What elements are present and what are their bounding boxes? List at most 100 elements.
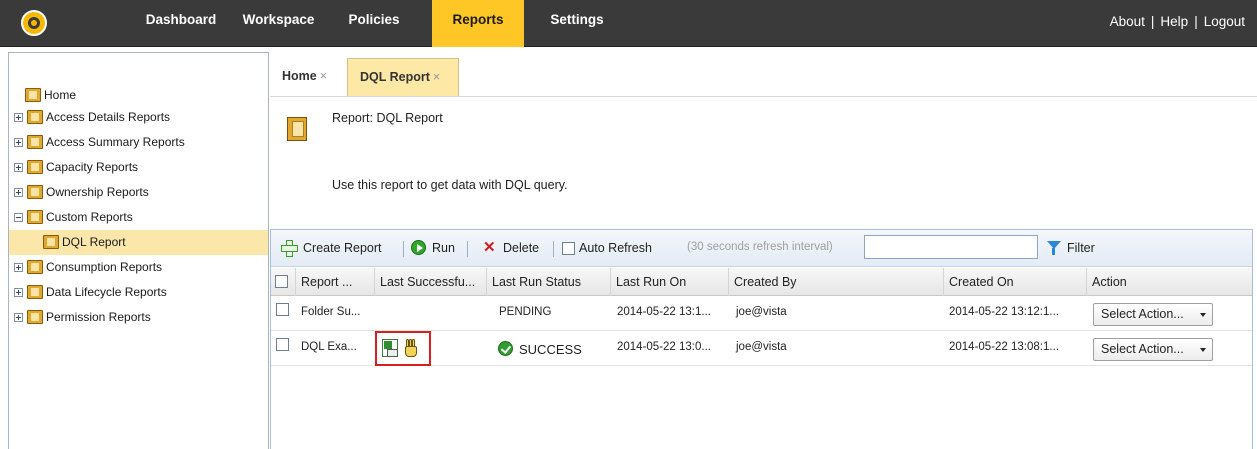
run-icon — [411, 240, 426, 255]
created-on-cell: 2014-05-22 13:08:1... — [949, 341, 1059, 353]
report-title: Report: DQL Report — [332, 111, 443, 125]
column-header-last-run-on[interactable]: Last Run On — [611, 268, 729, 296]
toolbar-divider — [553, 241, 554, 257]
last-run-on-cell: 2014-05-22 13:0... — [617, 341, 711, 353]
nav-workspace[interactable]: Workspace — [231, 0, 326, 47]
add-icon — [281, 240, 298, 257]
grid-toolbar: Create Report Run ✕ Delete Auto Refresh … — [271, 230, 1252, 267]
select-action-dropdown[interactable]: Select Action... — [1093, 303, 1213, 326]
run-button[interactable]: Run — [432, 241, 455, 255]
hand-pointer-icon[interactable] — [403, 339, 419, 358]
report-book-icon — [25, 88, 41, 102]
report-name-cell: DQL Exa... — [301, 341, 357, 353]
nav-policies[interactable]: Policies — [339, 0, 409, 47]
table-header: Report ... Last Successfu... Last Run St… — [271, 268, 1252, 296]
nav-dashboard[interactable]: Dashboard — [131, 0, 231, 47]
collapse-icon[interactable] — [14, 213, 23, 222]
filter-input[interactable] — [864, 235, 1038, 259]
delete-button[interactable]: Delete — [503, 241, 539, 255]
column-header-report[interactable]: Report ... — [296, 268, 375, 296]
select-action-label: Select Action... — [1101, 342, 1184, 356]
column-header-last-run-status[interactable]: Last Run Status — [487, 268, 611, 296]
excel-export-icon[interactable] — [382, 339, 398, 357]
help-link[interactable]: Help — [1160, 14, 1188, 29]
report-book-icon — [27, 160, 43, 174]
report-book-icon — [27, 210, 43, 224]
filter-button[interactable]: Filter — [1067, 241, 1095, 255]
report-book-icon — [27, 285, 43, 299]
tree-item-consumption[interactable]: Consumption Reports — [9, 255, 268, 280]
created-on-cell: 2014-05-22 13:12:1... — [949, 306, 1059, 318]
report-book-icon — [27, 135, 43, 149]
about-link[interactable]: About — [1110, 14, 1145, 29]
highlighted-result-icons — [375, 331, 431, 366]
tree-item-label: Data Lifecycle Reports — [46, 285, 167, 299]
column-header-action[interactable]: Action — [1087, 268, 1252, 296]
tree-item-dql-report[interactable]: DQL Report — [9, 230, 268, 255]
status-cell: SUCCESS — [519, 342, 582, 357]
nav-reports[interactable]: Reports — [432, 0, 524, 47]
select-all-checkbox[interactable] — [275, 275, 288, 288]
report-tree-panel: Home Access Details Reports Access Summa… — [8, 52, 269, 449]
tab-label: Home — [282, 69, 317, 83]
expand-icon[interactable] — [14, 138, 23, 147]
status-cell: PENDING — [499, 306, 552, 318]
close-icon[interactable]: × — [433, 70, 440, 84]
column-header-created-on[interactable]: Created On — [944, 268, 1087, 296]
table-row[interactable]: Folder Su... PENDING 2014-05-22 13:1... … — [271, 297, 1252, 331]
report-name-cell: Folder Su... — [301, 306, 361, 318]
auto-refresh-label: Auto Refresh — [579, 241, 652, 255]
column-header-created-by[interactable]: Created By — [729, 268, 944, 296]
column-header-last-successful[interactable]: Last Successfu... — [375, 268, 487, 296]
tree-item-label: Access Summary Reports — [46, 135, 185, 149]
report-book-icon — [43, 235, 59, 249]
create-report-button[interactable]: Create Report — [303, 241, 382, 255]
tree-item-access-summary[interactable]: Access Summary Reports — [9, 130, 268, 155]
report-book-icon — [27, 110, 43, 124]
expand-icon[interactable] — [14, 313, 23, 322]
expand-icon[interactable] — [14, 163, 23, 172]
link-separator: | — [1150, 14, 1155, 29]
tree-item-label: Capacity Reports — [46, 160, 139, 174]
tab-dql-report[interactable]: DQL Report × — [347, 58, 459, 96]
tree-item-permission[interactable]: Permission Reports — [9, 305, 268, 330]
report-book-icon — [27, 185, 43, 199]
report-book-icon — [287, 117, 307, 141]
link-separator: | — [1194, 14, 1198, 29]
tree-item-label: Permission Reports — [46, 310, 151, 324]
row-checkbox[interactable] — [276, 338, 289, 351]
expand-icon[interactable] — [14, 188, 23, 197]
expand-icon[interactable] — [14, 263, 23, 272]
report-description: Use this report to get data with DQL que… — [332, 178, 568, 192]
close-icon[interactable]: × — [320, 69, 327, 83]
tree-item-capacity[interactable]: Capacity Reports — [9, 155, 268, 180]
delete-icon: ✕ — [483, 239, 496, 256]
auto-refresh-checkbox[interactable] — [562, 242, 575, 255]
table-row[interactable]: DQL Exa... SUCCESS 2014-05-22 13:0... jo… — [271, 331, 1252, 366]
tree-item-ownership[interactable]: Ownership Reports — [9, 180, 268, 205]
tree-item-label: DQL Report — [62, 235, 126, 249]
toolbar-divider — [403, 241, 404, 257]
select-action-dropdown[interactable]: Select Action... — [1093, 338, 1213, 361]
report-book-icon — [27, 260, 43, 274]
app-logo-icon[interactable] — [21, 10, 47, 36]
tree-item-data-lifecycle[interactable]: Data Lifecycle Reports — [9, 280, 268, 305]
chevron-down-icon — [1200, 348, 1206, 352]
success-check-icon — [498, 341, 513, 356]
created-by-cell: joe@vista — [736, 306, 787, 318]
created-by-cell: joe@vista — [736, 341, 787, 353]
nav-settings[interactable]: Settings — [536, 0, 618, 47]
tree-item-access-details[interactable]: Access Details Reports — [9, 105, 268, 130]
row-checkbox[interactable] — [276, 303, 289, 316]
report-book-icon — [27, 310, 43, 324]
logout-link[interactable]: Logout — [1204, 14, 1245, 29]
tree-item-custom[interactable]: Custom Reports — [9, 205, 268, 230]
expand-icon[interactable] — [14, 113, 23, 122]
tab-home[interactable]: Home × — [270, 58, 344, 96]
tree-item-label: Access Details Reports — [46, 110, 171, 124]
toolbar-divider — [467, 241, 468, 257]
tree-item-label: Custom Reports — [46, 210, 133, 224]
tree-item-label: Consumption Reports — [46, 260, 163, 274]
expand-icon[interactable] — [14, 288, 23, 297]
top-nav-bar: Dashboard Workspace Policies Reports Set… — [0, 0, 1257, 47]
